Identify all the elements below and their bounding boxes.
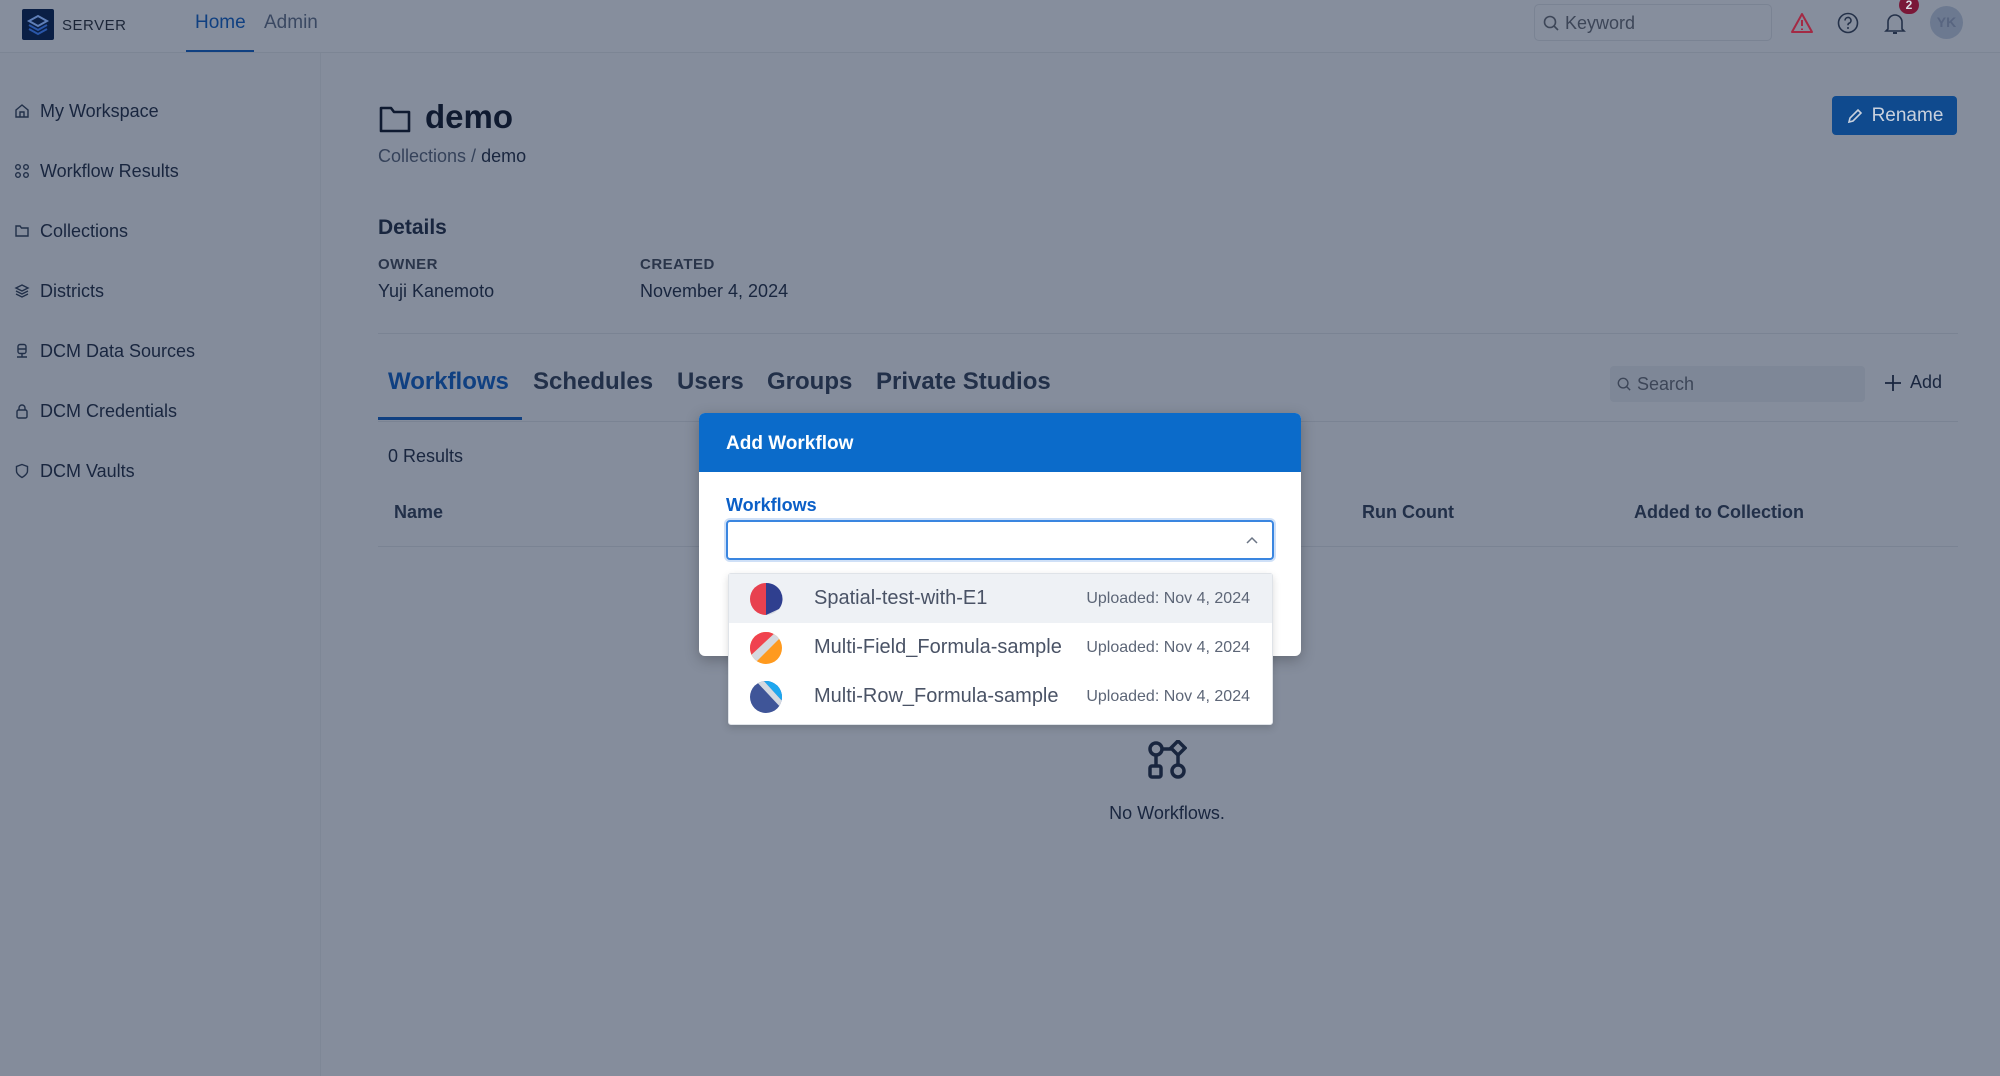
tab-workflows[interactable]: Workflows — [388, 368, 509, 396]
workflow-option[interactable]: Multi-Field_Formula-sample Uploaded: Nov… — [729, 623, 1272, 672]
sidebar-item-label: DCM Credentials — [40, 400, 178, 421]
workflow-option-uploaded: Uploaded: Nov 4, 2024 — [1086, 687, 1250, 705]
divider — [378, 333, 1958, 334]
sidebar-item-label: Workflow Results — [40, 160, 179, 181]
nav-active-indicator — [186, 50, 254, 52]
bell-icon[interactable] — [1884, 12, 1906, 36]
avatar[interactable]: YK — [1930, 6, 1963, 39]
help-icon[interactable] — [1837, 12, 1859, 34]
search-icon — [1617, 377, 1631, 391]
tab-groups[interactable]: Groups — [767, 368, 852, 396]
tab-schedules[interactable]: Schedules — [533, 368, 653, 396]
search-input[interactable]: Search — [1610, 366, 1865, 402]
nav-admin[interactable]: Admin — [264, 12, 318, 34]
empty-state: No Workflows. — [1067, 738, 1267, 824]
active-tab-indicator — [378, 417, 522, 420]
sidebar-item-collections[interactable]: Collections — [14, 216, 128, 246]
breadcrumb-collections[interactable]: Collections — [378, 146, 466, 166]
server-logo[interactable] — [22, 9, 54, 40]
workflows-field-label: Workflows — [726, 495, 817, 515]
workflow-option-uploaded: Uploaded: Nov 4, 2024 — [1086, 638, 1250, 656]
breadcrumb: Collections / demo — [378, 146, 526, 167]
tab-private-studios[interactable]: Private Studios — [876, 368, 1051, 396]
sidebar-item-dcm-credentials[interactable]: DCM Credentials — [14, 396, 177, 426]
sidebar-item-districts[interactable]: Districts — [14, 276, 104, 306]
details-heading: Details — [378, 216, 447, 239]
warning-icon[interactable] — [1790, 12, 1814, 34]
brand-name: SERVER — [62, 17, 127, 34]
workflows-dropdown: Spatial-test-with-E1 Uploaded: Nov 4, 20… — [728, 573, 1273, 725]
workflow-file-icon — [750, 632, 782, 664]
rename-label: Rename — [1871, 104, 1944, 126]
sidebar-item-label: My Workspace — [40, 100, 159, 121]
folder-icon — [379, 106, 411, 133]
lock-icon — [16, 404, 28, 419]
created-label: CREATED — [640, 256, 715, 273]
workflow-icon — [1148, 738, 1188, 779]
sidebar-item-dcm-data-sources[interactable]: DCM Data Sources — [14, 336, 195, 366]
nav-home[interactable]: Home — [195, 12, 246, 34]
search-placeholder: Search — [1637, 374, 1695, 394]
column-added-to-collection[interactable]: Added to Collection — [1634, 502, 1804, 523]
sidebar — [0, 53, 321, 1076]
empty-message: No Workflows. — [1109, 803, 1225, 823]
workflow-option[interactable]: Multi-Row_Formula-sample Uploaded: Nov 4… — [729, 672, 1272, 721]
add-label: Add — [1910, 372, 1943, 392]
workflow-file-icon — [750, 681, 782, 713]
workflow-option-name: Multi-Row_Formula-sample — [814, 685, 1059, 707]
keyword-placeholder: Keyword — [1565, 13, 1636, 33]
pencil-icon — [1847, 108, 1862, 123]
folder-icon — [15, 225, 29, 237]
layers-icon — [14, 284, 30, 298]
shield-icon — [15, 463, 29, 479]
workflow-icon — [15, 164, 29, 178]
owner-value: Yuji Kanemoto — [378, 281, 495, 301]
column-name[interactable]: Name — [394, 502, 443, 523]
plus-icon — [1885, 374, 1901, 391]
database-icon — [17, 343, 27, 358]
sidebar-item-label: DCM Data Sources — [40, 340, 196, 361]
sidebar-item-label: Districts — [40, 280, 104, 301]
sidebar-item-label: Collections — [40, 220, 129, 241]
owner-label: OWNER — [378, 256, 438, 273]
sidebar-item-workflow-results[interactable]: Workflow Results — [14, 156, 179, 186]
workflow-option-uploaded: Uploaded: Nov 4, 2024 — [1086, 589, 1250, 607]
sidebar-item-my-workspace[interactable]: My Workspace — [14, 96, 159, 126]
search-icon — [1543, 15, 1559, 31]
tab-users[interactable]: Users — [677, 368, 744, 396]
results-count: 0 Results — [388, 446, 464, 466]
created-value: November 4, 2024 — [640, 281, 789, 301]
workflow-option-name: Spatial-test-with-E1 — [814, 587, 988, 609]
chevron-up-icon[interactable] — [1246, 536, 1258, 544]
breadcrumb-separator: / — [466, 146, 482, 166]
page-title: demo — [425, 98, 514, 135]
rename-button[interactable]: Rename — [1832, 96, 1957, 135]
workflows-select[interactable] — [726, 520, 1274, 560]
sidebar-item-label: DCM Vaults — [40, 460, 135, 481]
workflow-option-name: Multi-Field_Formula-sample — [814, 636, 1062, 658]
column-run-count[interactable]: Run Count — [1362, 502, 1454, 523]
sidebar-item-dcm-vaults[interactable]: DCM Vaults — [14, 456, 135, 486]
keyword-search-input[interactable]: Keyword — [1534, 4, 1772, 41]
home-icon — [15, 104, 29, 118]
breadcrumb-current: demo — [481, 146, 527, 166]
workflow-option[interactable]: Spatial-test-with-E1 Uploaded: Nov 4, 20… — [729, 574, 1272, 623]
add-button[interactable]: Add — [1884, 372, 1942, 393]
workflow-file-icon — [750, 582, 783, 615]
modal-title: Add Workflow — [699, 413, 1301, 472]
